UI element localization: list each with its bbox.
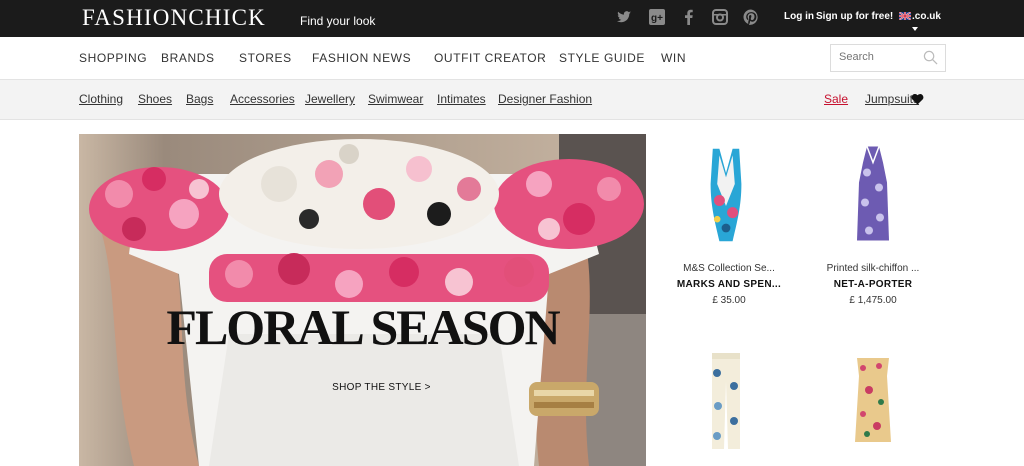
hero-title: FLORAL SEASON (166, 299, 560, 355)
product-name: Printed silk-chiffon ... (826, 263, 920, 274)
top-bar: FASHIONCHICK Find your look g+ Log in Si… (0, 0, 1024, 37)
uk-flag-icon[interactable] (899, 12, 911, 20)
nav-brands[interactable]: BRANDS (161, 51, 215, 65)
subnav-accessories[interactable]: Accessories (230, 92, 295, 106)
product-card[interactable]: M&S Collection Se... MARKS AND SPEN... £… (664, 140, 794, 310)
subnav-bags[interactable]: Bags (186, 92, 213, 106)
region-selector[interactable]: .co.uk (912, 11, 941, 22)
subnav-clothing[interactable]: Clothing (79, 92, 123, 106)
product-card[interactable]: Printed silk-chiffon ... NET-A-PORTER £ … (808, 140, 938, 310)
product-image (855, 358, 891, 442)
pinterest-icon[interactable] (743, 9, 759, 25)
nav-win[interactable]: WIN (661, 51, 686, 65)
product-image (857, 146, 889, 241)
product-card[interactable] (664, 350, 794, 466)
product-name: M&S Collection Se... (683, 263, 775, 274)
facebook-icon[interactable] (681, 9, 697, 25)
hero-cta-link[interactable]: SHOP THE STYLE > (79, 382, 646, 393)
nav-style-guide[interactable]: STYLE GUIDE (559, 51, 645, 65)
svg-text:g+: g+ (651, 13, 663, 24)
subnav-shoes[interactable]: Shoes (138, 92, 172, 106)
chevron-down-icon[interactable] (912, 27, 918, 31)
login-link[interactable]: Log in (784, 11, 814, 22)
product-image (712, 353, 740, 449)
search-box (830, 44, 946, 72)
product-price: £ 1,475.00 (849, 295, 897, 306)
nav-shopping[interactable]: SHOPPING (79, 51, 147, 65)
heart-icon (911, 94, 924, 105)
product-image (710, 148, 742, 242)
nav-stores[interactable]: STORES (239, 51, 292, 65)
google-plus-icon[interactable]: g+ (649, 9, 665, 25)
hero-banner[interactable]: FLORAL SEASON SHOP THE STYLE > (79, 134, 646, 466)
subnav-jewellery[interactable]: Jewellery (305, 92, 355, 106)
nav-outfit-creator[interactable]: OUTFIT CREATOR (434, 51, 546, 65)
product-card[interactable] (808, 350, 938, 466)
category-nav: Clothing Shoes Bags Accessories Jeweller… (0, 80, 1024, 120)
product-store: NET-A-PORTER (833, 279, 913, 290)
product-price: £ 35.00 (712, 295, 746, 306)
site-logo[interactable]: FASHIONCHICK (82, 5, 266, 31)
instagram-icon[interactable] (712, 9, 728, 25)
product-store: MARKS AND SPEN... (676, 279, 782, 290)
subnav-swimwear[interactable]: Swimwear (368, 92, 423, 106)
twitter-icon[interactable] (616, 9, 632, 25)
main-nav: SHOPPING BRANDS STORES FASHION NEWS OUTF… (0, 37, 1024, 80)
nav-fashion-news[interactable]: FASHION NEWS (312, 51, 411, 65)
subnav-sale[interactable]: Sale (824, 92, 848, 106)
site-tagline: Find your look (300, 14, 376, 28)
search-input[interactable] (839, 50, 919, 64)
subnav-intimates[interactable]: Intimates (437, 92, 486, 106)
subnav-designer-fashion[interactable]: Designer Fashion (498, 92, 592, 106)
search-icon[interactable] (923, 50, 938, 65)
signup-link[interactable]: Sign up for free! (816, 11, 893, 22)
